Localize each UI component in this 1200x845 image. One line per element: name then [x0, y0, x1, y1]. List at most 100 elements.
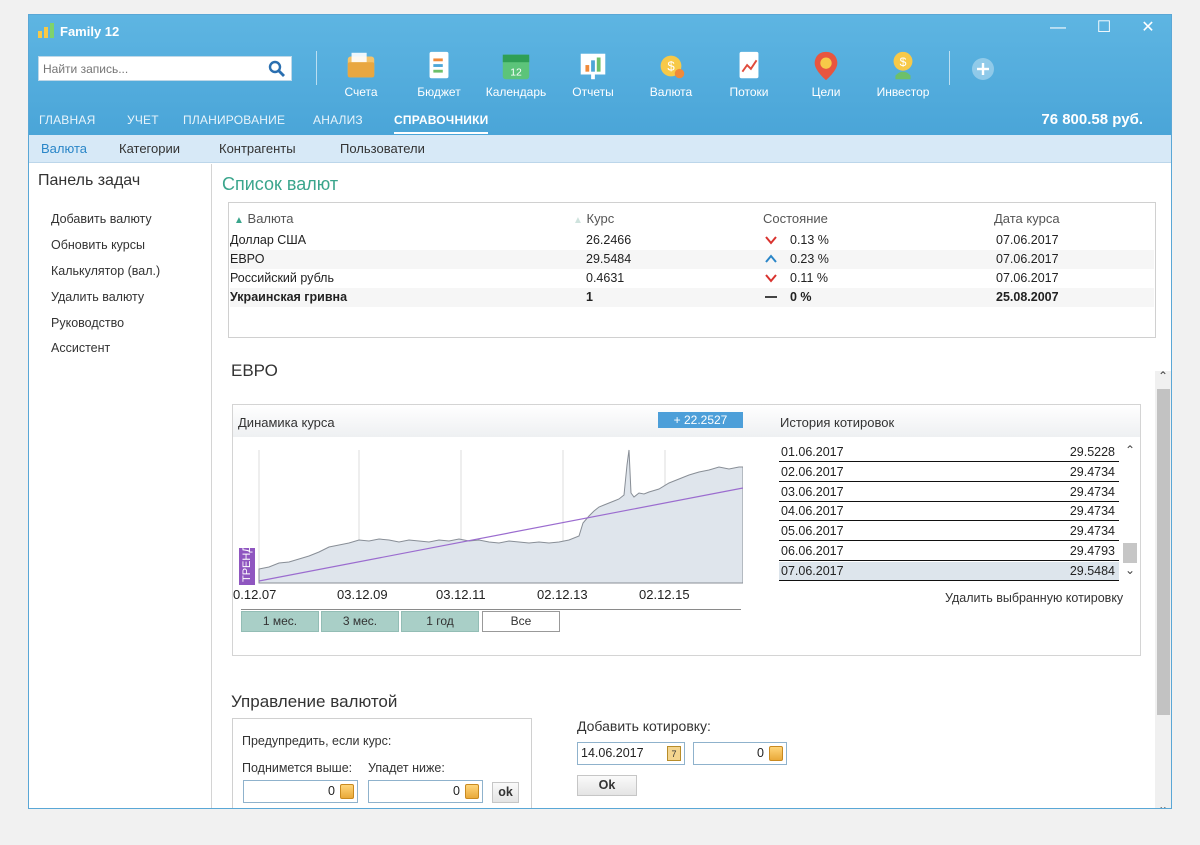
history-row[interactable]: 05.06.2017 29.4734	[779, 522, 1119, 542]
currency-row[interactable]: ЕВРО 29.5484 0.23 % 07.06.2017	[230, 250, 1154, 269]
subnav-currency[interactable]: Валюта	[41, 141, 87, 156]
history-row[interactable]: 06.06.2017 29.4793	[779, 542, 1119, 561]
trend-down-icon	[765, 274, 777, 283]
currency-row[interactable]: Украинская гривна 1 0 % 25.08.2007	[230, 288, 1154, 307]
minimize-button[interactable]: —	[1035, 15, 1081, 43]
range-3-months-button[interactable]: 3 мес.	[321, 611, 399, 632]
x-tick-label: 02.12.13	[537, 587, 588, 602]
add-quote-ok-button[interactable]: Ok	[577, 775, 637, 796]
scroll-up-icon[interactable]: ⌃	[1158, 369, 1168, 383]
subnav-categories[interactable]: Категории	[119, 141, 180, 156]
nav-references[interactable]: СПРАВОЧНИКИ	[394, 113, 489, 134]
history-row[interactable]: 03.06.2017 29.4734	[779, 483, 1119, 502]
delete-quote-link[interactable]: Удалить выбранную котировку	[945, 591, 1123, 605]
x-tick-label: 03.12.09	[337, 587, 388, 602]
quote-date-input[interactable]: 14.06.2017 7	[577, 742, 685, 765]
range-1-month-button[interactable]: 1 мес.	[241, 611, 319, 632]
scroll-down-icon[interactable]: ⌄	[1158, 799, 1168, 808]
toolbar-reports-button[interactable]: Отчеты	[555, 49, 631, 103]
subnav-counterparties[interactable]: Контрагенты	[219, 141, 296, 156]
quote-date: 01.06.2017	[781, 445, 844, 459]
toolbar-calendar-button[interactable]: 12 Календарь	[478, 49, 554, 103]
task-currency-calculator[interactable]: Калькулятор (вал.)	[51, 264, 160, 278]
toolbar-separator	[316, 51, 317, 85]
calendar-icon: 12	[502, 54, 530, 80]
currency-change: 0 %	[790, 290, 812, 304]
currency-name: Доллар США	[230, 233, 307, 247]
svg-text:12: 12	[510, 67, 522, 78]
currency-table: ▲ Валюта ▲ Курс Состояние Дата курса Дол…	[228, 202, 1156, 338]
quote-value: 29.4734	[1069, 504, 1115, 519]
currency-rate: 26.2466	[586, 233, 632, 247]
history-scrollbar[interactable]: ⌃ ⌄	[1122, 443, 1138, 583]
x-tick-label: 03.12.11	[436, 587, 486, 602]
rate-chart: ТРЕНД	[239, 449, 743, 585]
quote-value: 29.5228	[1069, 445, 1115, 459]
quote-value: 29.4734	[1069, 524, 1115, 539]
calculator-icon[interactable]	[465, 784, 479, 799]
calculator-icon[interactable]	[340, 784, 354, 799]
toolbar-label: Инвестор	[876, 85, 930, 99]
toolbar-flows-button[interactable]: Потоки	[711, 49, 787, 103]
task-add-currency[interactable]: Добавить валюту	[51, 212, 152, 226]
nav-planning[interactable]: ПЛАНИРОВАНИЕ	[183, 113, 285, 127]
range-1-year-button[interactable]: 1 год	[401, 611, 479, 632]
goals-icon	[814, 51, 838, 81]
task-delete-currency[interactable]: Удалить валюту	[51, 290, 144, 304]
rate-delta-badge: + 22.2527	[658, 412, 743, 428]
title-bar: Family 12 — ☐ ✕	[29, 15, 1171, 47]
alert-ok-button[interactable]: ok	[492, 782, 519, 803]
history-row[interactable]: 02.06.2017 29.4734	[779, 463, 1119, 482]
content-area: Список валют ▲ Валюта ▲ Курс Состояние Д…	[213, 164, 1171, 808]
close-button[interactable]: ✕	[1125, 15, 1171, 43]
trend-flat-icon	[765, 296, 777, 298]
currency-icon: $	[660, 55, 685, 79]
calendar-icon[interactable]: 7	[667, 746, 681, 761]
history-scroll-thumb[interactable]	[1123, 543, 1137, 563]
fall-below-input[interactable]: 0	[368, 780, 483, 803]
currency-row[interactable]: Доллар США 26.2466 0.13 % 07.06.2017	[230, 231, 1154, 250]
currency-change: 0.23 %	[790, 252, 829, 266]
column-header-state[interactable]: Состояние	[763, 211, 828, 226]
rate-date: 07.06.2017	[996, 252, 1059, 266]
range-all-button[interactable]: Все	[482, 611, 560, 632]
scroll-down-icon[interactable]: ⌄	[1125, 563, 1135, 577]
toolbar-investor-button[interactable]: $ Инвестор	[865, 49, 941, 103]
toolbar-currency-button[interactable]: $ Валюта	[633, 49, 709, 103]
task-assistant[interactable]: Ассистент	[51, 341, 110, 355]
currency-change: 0.13 %	[790, 233, 829, 247]
balance-total: 76 800.58 руб.	[1041, 111, 1143, 128]
quote-value: 29.4793	[1069, 544, 1115, 558]
column-header-rate[interactable]: ▲ Курс	[573, 211, 614, 226]
search-input[interactable]	[39, 57, 259, 80]
search-icon[interactable]	[268, 60, 286, 78]
toolbar-separator	[949, 51, 950, 85]
add-plus-icon[interactable]	[971, 57, 995, 81]
toolbar-goals-button[interactable]: Цели	[788, 49, 864, 103]
quote-value-input[interactable]: 0	[693, 742, 787, 765]
content-scrollbar[interactable]: ⌃ ⌄	[1155, 369, 1171, 808]
calculator-icon[interactable]	[769, 746, 783, 761]
history-row[interactable]: 07.06.2017 29.5484	[779, 561, 1119, 581]
rise-above-input[interactable]: 0	[243, 780, 358, 803]
selected-currency-title: ЕВРО	[231, 361, 278, 380]
currency-row[interactable]: Российский рубль 0.4631 0.11 % 07.06.2017	[230, 269, 1154, 288]
quote-date: 02.06.2017	[781, 464, 844, 479]
column-header-currency[interactable]: ▲ Валюта	[234, 211, 294, 226]
quote-date: 07.06.2017	[781, 563, 844, 578]
column-header-date[interactable]: Дата курса	[994, 211, 1060, 226]
history-row[interactable]: 01.06.2017 29.5228	[779, 443, 1119, 462]
scroll-up-icon[interactable]: ⌃	[1125, 443, 1135, 457]
maximize-button[interactable]: ☐	[1081, 15, 1127, 43]
task-update-rates[interactable]: Обновить курсы	[51, 238, 145, 252]
subnav-users[interactable]: Пользователи	[340, 141, 425, 156]
nav-accounting[interactable]: УЧЕТ	[127, 113, 159, 127]
nav-main[interactable]: ГЛАВНАЯ	[39, 113, 95, 127]
task-manual[interactable]: Руководство	[51, 316, 124, 330]
history-row[interactable]: 04.06.2017 29.4734	[779, 502, 1119, 522]
nav-analysis[interactable]: АНАЛИЗ	[313, 113, 363, 127]
toolbar-budget-button[interactable]: Бюджет	[401, 49, 477, 103]
trend-label: ТРЕНД	[241, 545, 253, 582]
toolbar-accounts-button[interactable]: Счета	[323, 49, 399, 103]
content-scroll-thumb[interactable]	[1157, 389, 1170, 715]
